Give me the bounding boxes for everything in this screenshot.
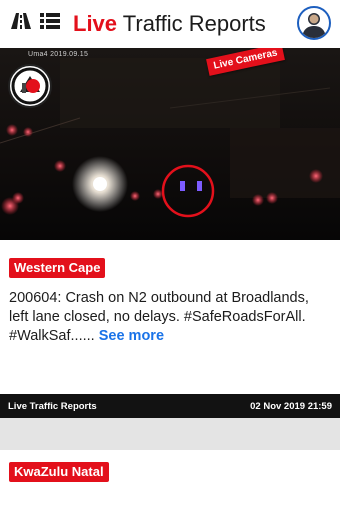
report-source: Live Traffic Reports — [8, 401, 97, 412]
report-card[interactable]: KwaZulu Natal — [0, 450, 340, 532]
top-bar: Live Traffic Reports — [0, 0, 340, 48]
app-title: Live Traffic Reports — [73, 11, 266, 37]
road-icon[interactable] — [10, 12, 32, 35]
app-title-live: Live — [73, 11, 118, 36]
card-footer: Live Traffic Reports 02 Nov 2019 21:59 — [0, 394, 340, 418]
region-badge: Western Cape — [9, 258, 106, 278]
report-timestamp: 02 Nov 2019 21:59 — [250, 401, 332, 412]
region-badge: KwaZulu Natal — [9, 462, 109, 482]
app: Live Traffic Reports Uma4 2019.09.15 Liv… — [0, 0, 340, 532]
see-more-link[interactable]: See more — [99, 328, 164, 344]
user-avatar-icon[interactable] — [297, 6, 331, 40]
camera-logo — [8, 64, 52, 108]
list-icon[interactable] — [40, 12, 60, 35]
traffic-camera-image[interactable]: Uma4 2019.09.15 Live Cameras — [0, 48, 340, 240]
app-title-rest: Traffic Reports — [117, 11, 266, 36]
report-text: 200604: Crash on N2 outbound at Broadlan… — [9, 289, 331, 346]
camera-timestamp: Uma4 2019.09.15 — [28, 51, 89, 58]
report-card[interactable]: Uma4 2019.09.15 Live Cameras Western Cap… — [0, 48, 340, 418]
